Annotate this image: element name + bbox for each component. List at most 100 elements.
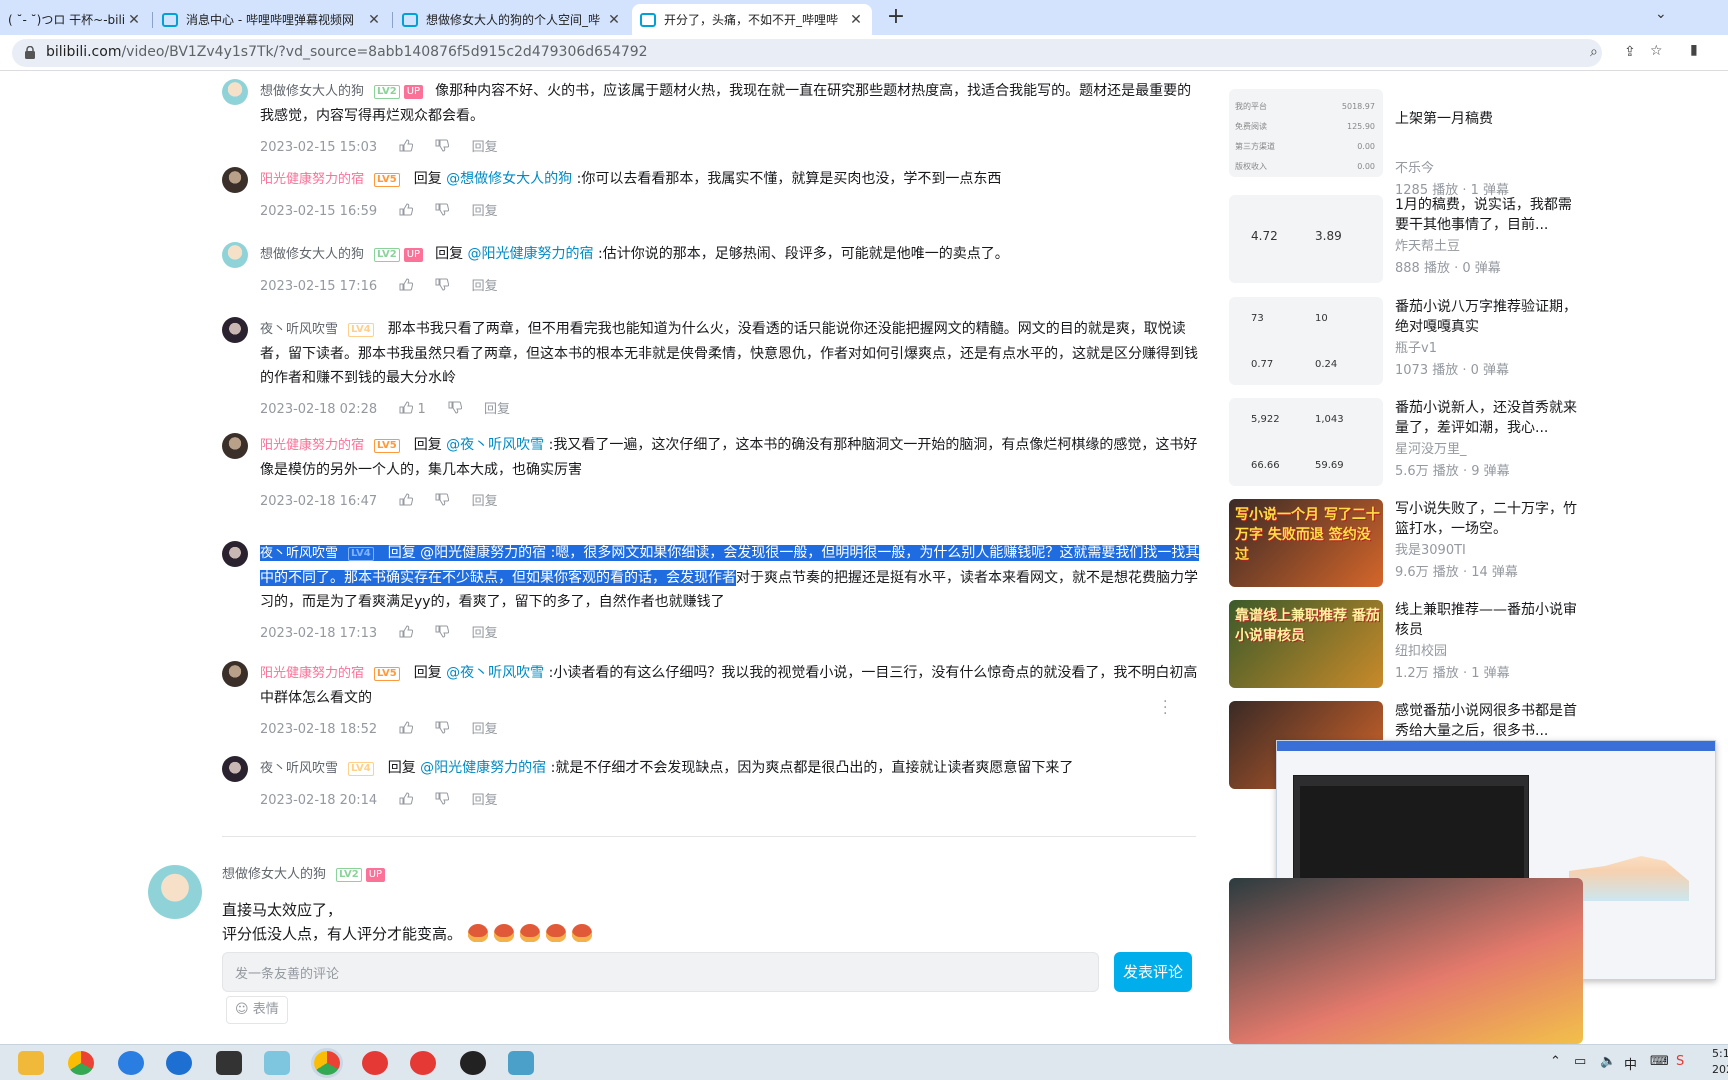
avatar[interactable] (222, 167, 248, 193)
avatar[interactable] (222, 79, 248, 105)
recommend-item[interactable]: 4.72 3.89 1月的稿费，说实话，我都需要干其他事情了，目前... 炸天帮… (1229, 195, 1581, 287)
tab-active-video[interactable]: 开分了，头痛，不如不开_哔哩哔 ✕ (632, 4, 872, 35)
close-tab-icon[interactable]: ✕ (126, 12, 142, 28)
dislike-button[interactable] (435, 139, 450, 155)
recommend-item[interactable]: 5,922 1,043 66.66 59.69 番茄小说新人，还没首秀就来量了，… (1229, 398, 1581, 490)
app-icon[interactable] (216, 1051, 242, 1075)
recommend-item[interactable]: 靠谱线上兼职推荐 番茄小说审核员 线上兼职推荐——番茄小说审核员 纽扣校园 1.… (1229, 600, 1581, 692)
dislike-button[interactable] (435, 625, 450, 641)
reply-button[interactable]: 回复 (472, 722, 498, 737)
mention-link[interactable]: @阳光健康努力的宿 (420, 545, 546, 561)
avatar[interactable] (222, 541, 248, 567)
obs-icon[interactable] (460, 1051, 486, 1075)
video-author[interactable]: 炸天帮土豆 (1395, 235, 1460, 254)
like-button[interactable] (399, 493, 414, 509)
dislike-button[interactable] (435, 278, 450, 294)
speaker-icon[interactable]: 🔈 (1600, 1054, 1616, 1069)
dislike-button[interactable] (435, 721, 450, 737)
video-title[interactable]: 上架第一月稿费 (1395, 109, 1585, 129)
dislike-button[interactable] (448, 401, 462, 417)
video-author[interactable]: 瓶子v1 (1395, 337, 1437, 356)
reply-button[interactable]: 回复 (472, 279, 498, 294)
avatar[interactable] (222, 317, 248, 343)
app-icon[interactable] (118, 1051, 144, 1075)
like-button[interactable] (399, 278, 414, 294)
video-thumbnail[interactable]: 5,922 1,043 66.66 59.69 (1229, 398, 1383, 486)
tab-2[interactable]: 消息中心 - 哔哩哔哩弹幕视频网 ✕ (154, 4, 390, 35)
tab-1[interactable]: ( ˘- ˘)つロ 干杯~-bili ✕ (0, 4, 150, 35)
avatar[interactable] (222, 661, 248, 687)
like-button[interactable] (399, 625, 414, 641)
app-icon[interactable] (508, 1051, 534, 1075)
username[interactable]: 想做修女大人的狗 (260, 247, 364, 262)
close-tab-icon[interactable]: ✕ (848, 12, 864, 28)
username[interactable]: 想做修女大人的狗 (260, 84, 364, 99)
video-title[interactable]: 感觉番茄小说网很多书都是首秀给大量之后，很多书... (1395, 701, 1585, 741)
video-thumbnail[interactable]: 我的平台 5018.97 免费阅读 125.90 第三方渠道 0.00 版权收入 0.0… (1229, 89, 1383, 177)
video-author[interactable]: 不乐今 (1395, 157, 1434, 176)
avatar[interactable] (222, 242, 248, 268)
username[interactable]: 阳光健康努力的宿 (260, 438, 364, 453)
share-icon[interactable]: ⇪ (1624, 44, 1636, 60)
keyboard-icon[interactable]: ⌨ (1650, 1054, 1669, 1069)
file-explorer-icon[interactable] (18, 1051, 44, 1075)
mention-link[interactable]: @夜丶听风吹雪 (446, 665, 544, 681)
dislike-button[interactable] (435, 203, 450, 219)
mention-link[interactable]: @夜丶听风吹雪 (446, 437, 544, 453)
comment-input[interactable]: 发一条友善的评论 (222, 952, 1099, 992)
video-author[interactable]: 星河没万里_ (1395, 438, 1467, 457)
video-title[interactable]: 写小说失败了，二十万字，竹篮打水，一场空。 (1395, 499, 1585, 539)
reply-button[interactable]: 回复 (472, 204, 498, 219)
dislike-button[interactable] (435, 792, 450, 808)
username[interactable]: 想做修女大人的狗 (222, 867, 326, 882)
app-icon[interactable] (264, 1051, 290, 1075)
avatar[interactable] (222, 756, 248, 782)
tab-3[interactable]: 想做修女大人的狗的个人空间_哔 ✕ (394, 4, 630, 35)
mention-link[interactable]: @阳光健康努力的宿 (468, 246, 594, 262)
username[interactable]: 夜丶听风吹雪 (260, 546, 338, 561)
app-icon[interactable] (362, 1051, 388, 1075)
video-title[interactable]: 番茄小说八万字推荐验证期，绝对嘎嘎真实 (1395, 297, 1585, 337)
url-text[interactable]: bilibili.com/video/BV1Zv4y1s7Tk/?vd_sour… (46, 44, 648, 60)
username[interactable]: 夜丶听风吹雪 (260, 761, 338, 776)
mention-link[interactable]: @阳光健康努力的宿 (420, 760, 546, 776)
tab-search-icon[interactable]: ⌄ (1655, 6, 1667, 22)
chrome-icon[interactable] (314, 1051, 340, 1075)
mention-link[interactable]: @想做修女大人的狗 (446, 171, 572, 187)
video-title[interactable]: 番茄小说新人，还没首秀就来量了，差评如潮，我心... (1395, 398, 1585, 438)
post-comment-button[interactable]: 发表评论 (1114, 952, 1192, 992)
dislike-button[interactable] (435, 493, 450, 509)
sogou-tray-icon[interactable]: S (1676, 1054, 1684, 1069)
recommend-item[interactable]: 73 10 0.77 0.24 番茄小说八万字推荐验证期，绝对嘎嘎真实 瓶子v1… (1229, 297, 1581, 389)
network-icon[interactable]: ▭ (1574, 1054, 1586, 1069)
like-button[interactable] (399, 721, 414, 737)
avatar[interactable] (222, 433, 248, 459)
avatar[interactable] (148, 865, 202, 919)
like-button[interactable] (399, 139, 414, 155)
new-tab-button[interactable]: + (882, 4, 910, 32)
bookmark-star-icon[interactable]: ☆ (1650, 43, 1663, 59)
video-author[interactable]: 我是3090TI (1395, 539, 1466, 558)
video-title[interactable]: 1月的稿费，说实话，我都需要干其他事情了，目前... (1395, 195, 1585, 235)
reply-button[interactable]: 回复 (484, 402, 510, 417)
sogou-icon[interactable] (166, 1051, 192, 1075)
username[interactable]: 夜丶听风吹雪 (260, 322, 338, 337)
reply-button[interactable]: 回复 (472, 494, 498, 509)
emoji-button[interactable]: ☺ 表情 (226, 996, 288, 1024)
ime-indicator[interactable]: 中 (1624, 1054, 1637, 1073)
clock[interactable]: 5:1202 (1712, 1046, 1728, 1078)
like-button[interactable]: 1 (399, 401, 426, 417)
ad-banner[interactable] (1229, 878, 1583, 1044)
username[interactable]: 阳光健康努力的宿 (260, 172, 364, 187)
reply-button[interactable]: 回复 (472, 140, 498, 155)
video-author[interactable]: 纽扣校园 (1395, 640, 1447, 659)
like-button[interactable] (399, 792, 414, 808)
video-thumbnail[interactable]: 73 10 0.77 0.24 (1229, 297, 1383, 385)
like-button[interactable] (399, 203, 414, 219)
close-tab-icon[interactable]: ✕ (366, 12, 382, 28)
chrome-icon[interactable] (68, 1051, 94, 1075)
video-thumbnail[interactable]: 靠谱线上兼职推荐 番茄小说审核员 (1229, 600, 1383, 688)
site-info-icon[interactable] (24, 46, 36, 59)
username[interactable]: 阳光健康努力的宿 (260, 666, 364, 681)
zoom-icon[interactable]: ⌕ (1590, 44, 1598, 60)
